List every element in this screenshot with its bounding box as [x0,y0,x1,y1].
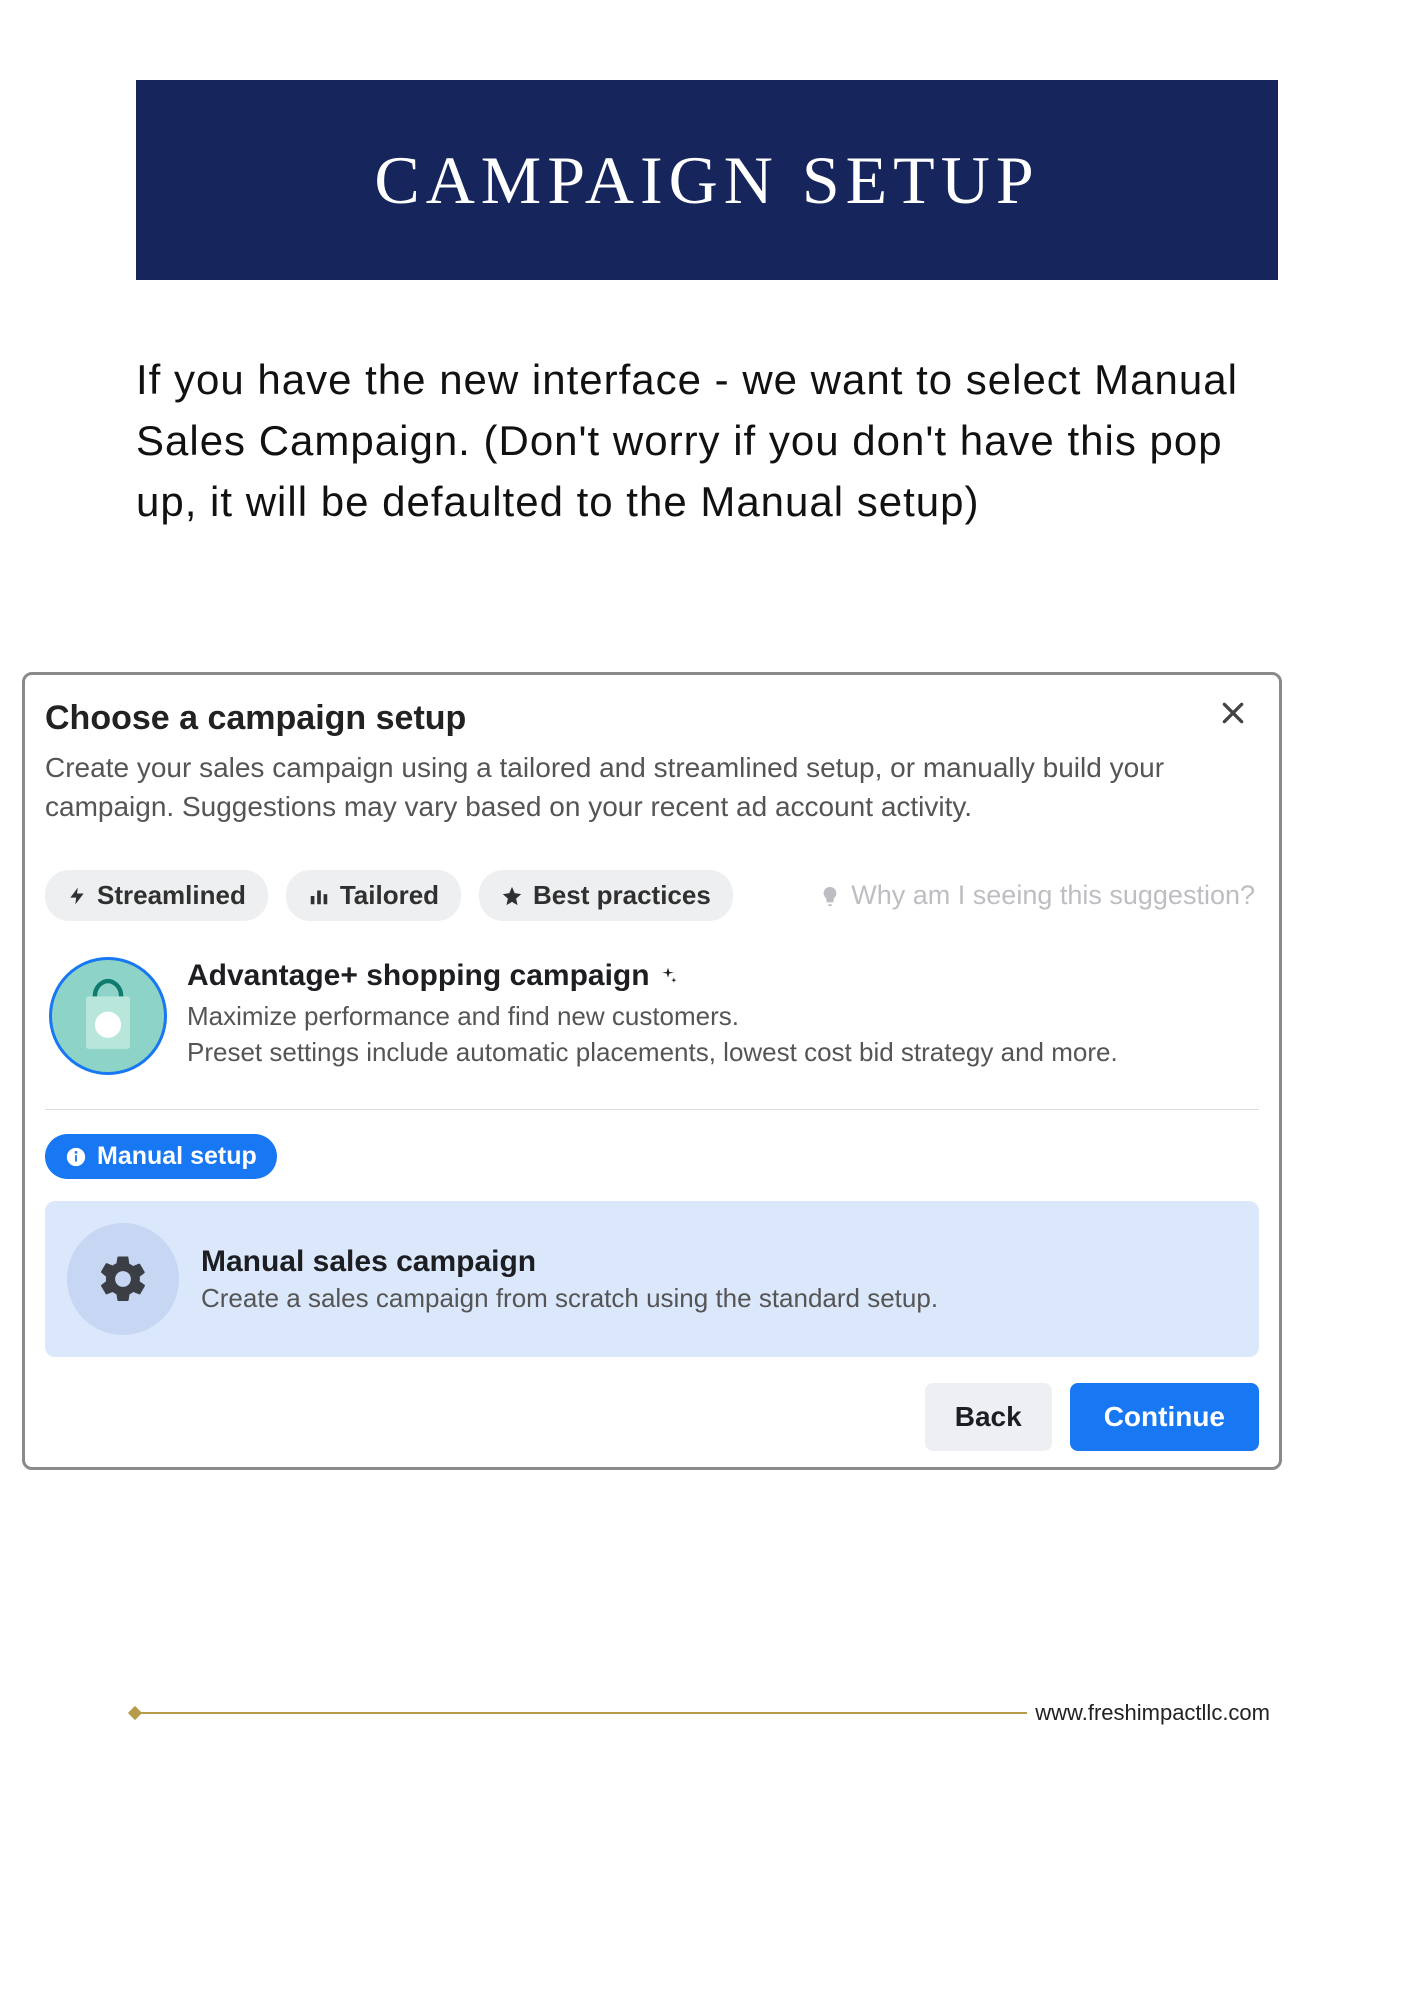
option-manual-title: Manual sales campaign [201,1245,938,1279]
option-advantage-text: Advantage+ shopping campaign Maximize pe… [187,957,1118,1071]
pill-row: Streamlined Tailored Best practices Why … [45,870,1259,921]
pill-best-practices[interactable]: Best practices [479,870,733,921]
divider [45,1109,1259,1110]
gear-icon-wrap [67,1223,179,1335]
info-icon [65,1146,87,1168]
footer-url: www.freshimpactllc.com [1027,1700,1278,1726]
option-advantage-title: Advantage+ shopping campaign [187,959,650,993]
pill-tailored[interactable]: Tailored [286,870,461,921]
page-title: CAMPAIGN SETUP [374,141,1039,220]
header-banner: CAMPAIGN SETUP [136,80,1278,280]
option-manual-desc: Create a sales campaign from scratch usi… [201,1283,938,1314]
suggestion-hint-text: Why am I seeing this suggestion? [851,880,1255,911]
option-advantage-desc2: Preset settings include automatic placem… [187,1035,1118,1071]
close-icon [1220,700,1246,726]
manual-setup-pill[interactable]: Manual setup [45,1134,277,1179]
sparkle-icon [658,966,678,986]
dialog-subtitle: Create your sales campaign using a tailo… [45,748,1205,826]
pill-streamlined[interactable]: Streamlined [45,870,268,921]
instruction-text: If you have the new interface - we want … [136,350,1278,533]
manual-setup-label: Manual setup [97,1142,257,1171]
option-advantage-desc1: Maximize performance and find new custom… [187,999,1118,1035]
footer: www.freshimpactllc.com [136,1700,1278,1726]
back-button[interactable]: Back [925,1383,1052,1451]
option-manual[interactable]: Manual sales campaign Create a sales cam… [45,1201,1259,1357]
pill-label: Streamlined [97,880,246,911]
campaign-setup-dialog: Choose a campaign setup Create your sale… [22,672,1282,1470]
dialog-actions: Back Continue [45,1383,1259,1451]
dialog-title: Choose a campaign setup [45,699,1259,738]
gear-icon [96,1252,150,1306]
continue-button[interactable]: Continue [1070,1383,1259,1451]
bar-chart-icon [308,885,330,907]
suggestion-hint-link[interactable]: Why am I seeing this suggestion? [819,880,1259,911]
footer-line [136,1712,1027,1714]
option-advantage[interactable]: Advantage+ shopping campaign Maximize pe… [45,957,1259,1075]
shopping-bag-icon [49,957,167,1075]
pill-label: Tailored [340,880,439,911]
star-icon [501,885,523,907]
lightbulb-icon [819,885,841,907]
close-button[interactable] [1213,693,1253,733]
pill-label: Best practices [533,880,711,911]
lightning-icon [67,884,87,908]
